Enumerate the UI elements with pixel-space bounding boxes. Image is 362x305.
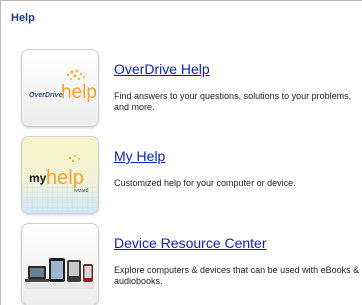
- overdrive-logo-word: OverDrive: [29, 92, 63, 99]
- wizard-logo-word: wizard: [74, 188, 89, 194]
- device-resource-center-icon[interactable]: [21, 223, 99, 305]
- device-resource-center-description: Explore computers & devices that can be …: [114, 265, 360, 286]
- my-help-icon[interactable]: my help wizard: [21, 136, 99, 214]
- my-help-link[interactable]: My Help: [114, 148, 165, 164]
- help-item-device-resource-center: Device Resource Center Explore computers…: [21, 223, 362, 305]
- help-item-my-help: my help wizard My Help Customized help f…: [21, 136, 362, 216]
- overdrive-help-description: Find answers to your questions, solution…: [114, 91, 352, 112]
- overdrive-help-link[interactable]: OverDrive Help: [114, 61, 210, 77]
- help-item-overdrive: OverDrive help OverDrive Help Find answe…: [21, 49, 362, 129]
- panel-heading: Help: [11, 12, 35, 24]
- help-logo-word: help: [61, 82, 97, 103]
- device-resource-center-link[interactable]: Device Resource Center: [114, 235, 267, 251]
- my-logo-word: my: [29, 171, 47, 185]
- help-panel: Help OverDrive help OverDrive Help Find …: [0, 0, 362, 305]
- overdrive-help-icon[interactable]: OverDrive help: [21, 49, 99, 127]
- my-help-description: Customized help for your computer or dev…: [114, 178, 296, 188]
- help-logo-word: help: [46, 167, 84, 189]
